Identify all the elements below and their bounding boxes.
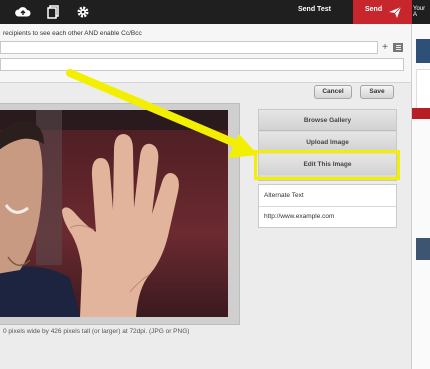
cancel-button[interactable]: Cancel	[314, 85, 352, 99]
selected-image[interactable]	[0, 110, 228, 317]
browse-gallery-button[interactable]: Browse Gallery	[259, 110, 396, 131]
compose-header: recipients to see each other AND enable …	[0, 24, 411, 83]
send-label: Send	[365, 6, 383, 13]
save-button[interactable]: Save	[360, 85, 394, 99]
link-url-field[interactable]: http://www.example.com	[264, 213, 334, 220]
account-menu[interactable]: Your A	[413, 6, 430, 18]
image-preview-frame	[0, 103, 240, 325]
alt-text-field[interactable]: Alternate Text	[264, 192, 304, 199]
card	[416, 69, 430, 109]
contact-list-icon[interactable]	[393, 43, 403, 52]
image-editor-panel: Cancel Save 0 pixels wide by 426 pixels …	[0, 83, 411, 369]
image-size-hint: 0 pixels wide by 426 pixels tall (or lar…	[3, 328, 190, 335]
divider	[259, 206, 396, 207]
recipients-field[interactable]	[0, 41, 378, 54]
background-page-strip	[411, 24, 430, 369]
app-window: Send Test Send Your A recipients to see …	[0, 0, 430, 369]
send-test-button[interactable]: Send Test	[298, 6, 331, 13]
subject-field[interactable]	[0, 58, 404, 71]
gear-icon[interactable]	[74, 3, 92, 21]
image-metadata: Alternate Text http://www.example.com	[258, 184, 397, 228]
top-toolbar: Send Test Send Your A	[0, 0, 430, 24]
cloud-upload-icon[interactable]	[14, 3, 32, 21]
paper-plane-icon	[388, 5, 402, 19]
thumbnail	[416, 39, 430, 63]
highlight-annotation	[254, 150, 400, 180]
copy-icon[interactable]	[45, 3, 63, 21]
thumbnail	[416, 238, 430, 260]
red-bar	[412, 108, 430, 119]
add-recipient-button[interactable]: +	[380, 42, 390, 53]
recipients-note: recipients to see each other AND enable …	[3, 30, 142, 37]
send-button[interactable]: Send	[353, 0, 412, 24]
